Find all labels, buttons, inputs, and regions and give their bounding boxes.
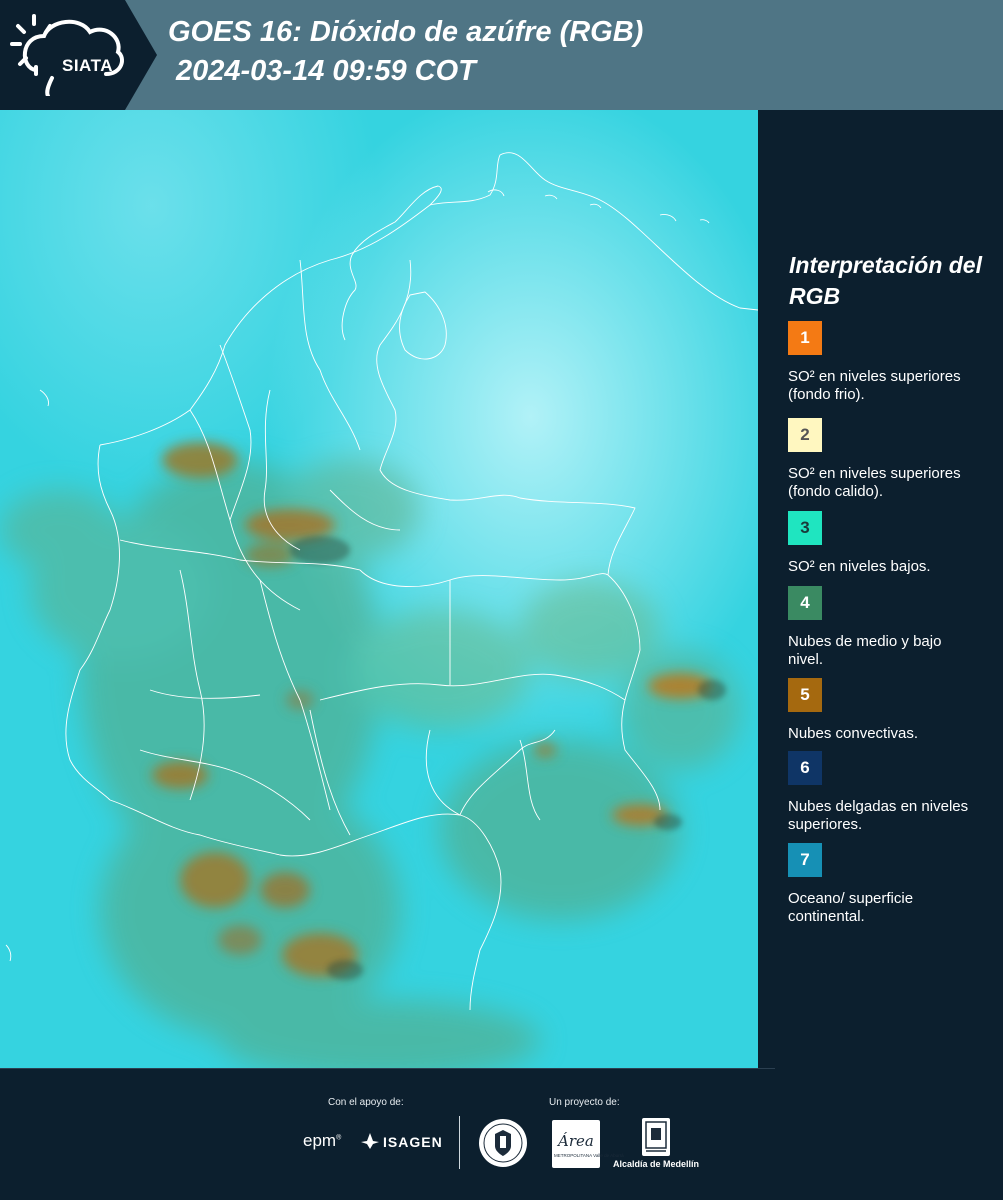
- legend-item-2: 2 SO² en niveles superiores (fondo calid…: [788, 418, 988, 501]
- footer-divider-line: [0, 1068, 775, 1069]
- header: SIATA GOES 16: Dióxido de azúfre (RGB) 2…: [0, 0, 1003, 110]
- legend-item-1: 1 SO² en niveles superiores (fondo frio)…: [788, 321, 988, 404]
- sun-cloud-icon: [10, 14, 124, 98]
- area-metropolitana-logo: Área METROPOLITANA Valle de Aburrá: [552, 1120, 624, 1168]
- legend-description: Nubes delgadas en niveles superiores.: [788, 798, 969, 833]
- legend-description: Nubes de medio y bajo nivel.: [788, 633, 942, 668]
- legend-description: SO² en niveles superiores (fondo frio).: [788, 368, 961, 403]
- legend-item-5: 5 Nubes convectivas.: [788, 678, 988, 743]
- legend-description: SO² en niveles bajos.: [788, 558, 931, 575]
- epm-logo: epm®: [303, 1131, 341, 1151]
- legend-description: SO² en niveles superiores (fondo calido)…: [788, 465, 961, 500]
- legend-title: Interpretación del RGB: [789, 252, 982, 309]
- siata-logo: SIATA: [10, 12, 130, 98]
- logo-text: SIATA: [62, 56, 113, 75]
- epm-registered-mark: ®: [336, 1134, 342, 1142]
- legend-swatch: 2: [788, 418, 822, 452]
- rgb-composite-image: [0, 110, 758, 1068]
- area-logo-text: Área: [558, 1132, 594, 1150]
- alcaldia-shield-icon: [642, 1118, 670, 1156]
- legend-swatch: 4: [788, 586, 822, 620]
- page-timestamp: 2024-03-14 09:59 COT: [176, 55, 476, 87]
- satellite-map[interactable]: [0, 110, 758, 1068]
- legend-swatch: 6: [788, 751, 822, 785]
- alcaldia-label: Alcaldía de Medellín: [613, 1159, 700, 1169]
- legend-description: Oceano/ superficie continental.: [788, 890, 914, 925]
- isagen-icon: [361, 1133, 379, 1149]
- project-label: Un proyecto de:: [549, 1097, 620, 1108]
- legend-swatch: 7: [788, 843, 822, 877]
- legend-swatch: 3: [788, 511, 822, 545]
- legend-item-3: 3 SO² en niveles bajos.: [788, 511, 988, 576]
- footer: Con el apoyo de: Un proyecto de: epm® IS…: [0, 1068, 1003, 1200]
- legend-description: Nubes convectivas.: [788, 725, 919, 742]
- isagen-logo: ISAGEN: [383, 1134, 443, 1150]
- university-seal-icon: [479, 1119, 527, 1167]
- legend-panel: Interpretación del RGB 1 SO² en niveles …: [762, 110, 1003, 1068]
- legend-swatch: 1: [788, 321, 822, 355]
- legend-item-7: 7 Oceano/ superficie continental.: [788, 843, 988, 926]
- legend-item-6: 6 Nubes delgadas en niveles superiores.: [788, 751, 988, 834]
- legend-swatch: 5: [788, 678, 822, 712]
- legend-item-4: 4 Nubes de medio y bajo nivel.: [788, 586, 988, 669]
- area-logo-subtitle: METROPOLITANA Valle de Aburrá: [554, 1153, 624, 1158]
- footer-vertical-divider: [459, 1116, 460, 1169]
- support-label: Con el apoyo de:: [328, 1097, 404, 1108]
- page-title: GOES 16: Dióxido de azúfre (RGB): [168, 16, 644, 48]
- epm-text: epm: [303, 1131, 337, 1150]
